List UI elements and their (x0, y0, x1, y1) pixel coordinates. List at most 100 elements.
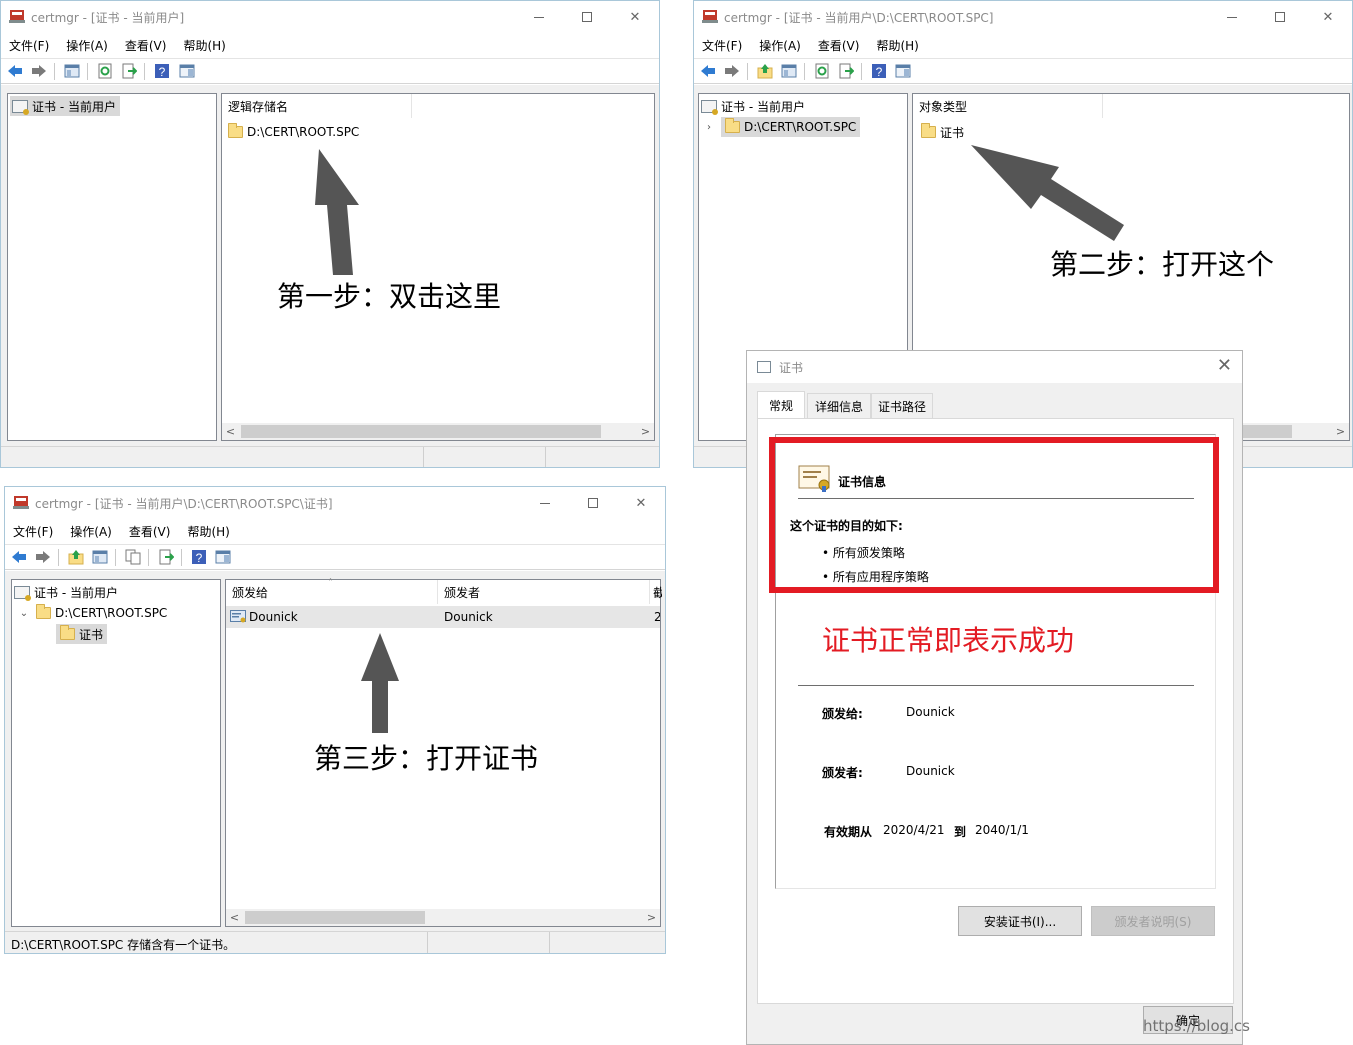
annotation-highlight-box (769, 437, 1219, 593)
back-arrow-icon[interactable] (700, 63, 716, 79)
annotation-arrow-diagonal (971, 145, 1124, 241)
menu-file[interactable]: 文件(F) (13, 523, 53, 540)
status-bar (1, 446, 659, 467)
export-list-icon[interactable] (158, 549, 174, 565)
issued-by-value: Dounick (906, 764, 955, 778)
scroll-thumb[interactable] (245, 911, 425, 924)
up-one-level-icon[interactable] (757, 63, 773, 79)
tree-expand-toggle[interactable]: › (703, 117, 715, 137)
menu-bar: 文件(F) 操作(A) 查看(V) 帮助(H) (694, 33, 1352, 57)
show-hide-tree-icon[interactable] (92, 549, 108, 565)
svg-text:?: ? (159, 65, 166, 79)
help-icon[interactable]: ? (191, 549, 207, 565)
menu-help[interactable]: 帮助(H) (187, 523, 229, 540)
cell-expiration: 2 (654, 610, 660, 624)
install-certificate-button[interactable]: 安装证书(I)... (958, 906, 1082, 936)
properties-pane-icon[interactable] (895, 63, 911, 79)
title-bar[interactable]: certmgr - [证书 - 当前用户\D:\CERT\ROOT.SPC\证书… (5, 487, 665, 519)
close-button[interactable]: ✕ (617, 491, 665, 515)
svg-text:?: ? (876, 65, 883, 79)
menu-file[interactable]: 文件(F) (9, 37, 49, 54)
validity-to-label: 到 (954, 825, 967, 839)
forward-arrow-icon[interactable] (35, 549, 51, 565)
menu-view[interactable]: 查看(V) (129, 523, 171, 540)
forward-arrow-icon[interactable] (31, 63, 47, 79)
tree-item-root-spc[interactable]: ⌄ D:\CERT\ROOT.SPC (18, 603, 167, 623)
window-title: certmgr - [证书 - 当前用户\D:\CERT\ROOT.SPC\证书… (35, 497, 333, 511)
show-hide-tree-icon[interactable] (781, 63, 797, 79)
dialog-title-bar[interactable]: 证书 ✕ (747, 351, 1242, 383)
menu-action[interactable]: 操作(A) (759, 37, 801, 54)
tab-certification-path[interactable]: 证书路径 (871, 393, 933, 419)
menu-help[interactable]: 帮助(H) (876, 37, 918, 54)
title-bar[interactable]: certmgr - [证书 - 当前用户] ✕ (1, 1, 659, 33)
minimize-button[interactable] (1208, 5, 1256, 29)
tree-item-cert-current-user[interactable]: 证书 - 当前用户 (10, 96, 120, 116)
back-arrow-icon[interactable] (7, 63, 23, 79)
maximize-button[interactable] (1256, 5, 1304, 29)
minimize-icon (1227, 16, 1237, 18)
column-expiration[interactable]: 截 (650, 580, 662, 604)
scroll-thumb[interactable] (241, 425, 601, 438)
minimize-button[interactable] (515, 5, 563, 29)
column-object-type[interactable]: 对象类型 (913, 94, 1103, 118)
close-icon[interactable]: ✕ (1217, 355, 1232, 376)
column-logical-store-name[interactable]: 逻辑存储名 (222, 94, 412, 118)
maximize-button[interactable] (563, 5, 611, 29)
show-hide-tree-icon[interactable] (64, 63, 80, 79)
tree-item-certificates[interactable]: 证书 (56, 624, 108, 644)
maximize-icon (1275, 12, 1285, 22)
refresh-icon[interactable] (814, 63, 830, 79)
cell-issued-to: Dounick (230, 607, 298, 627)
menu-view[interactable]: 查看(V) (818, 37, 860, 54)
help-icon[interactable]: ? (871, 63, 887, 79)
menu-view[interactable]: 查看(V) (125, 37, 167, 54)
column-issued-by[interactable]: 颁发者 (438, 580, 650, 604)
list-item-root-spc[interactable]: D:\CERT\ROOT.SPC (228, 122, 359, 142)
tree-pane: 证书 - 当前用户 (7, 93, 217, 441)
scroll-right-icon[interactable]: > (643, 909, 660, 926)
menu-action[interactable]: 操作(A) (70, 523, 112, 540)
scroll-right-icon[interactable]: > (637, 423, 654, 440)
toolbar: ? (694, 58, 1352, 84)
menu-file[interactable]: 文件(F) (702, 37, 742, 54)
annotation-step-1: 第一步：双击这里 (277, 280, 502, 313)
close-button[interactable]: ✕ (611, 5, 659, 29)
maximize-button[interactable] (569, 491, 617, 515)
issued-by-label: 颁发者: (822, 766, 863, 780)
export-list-icon[interactable] (121, 63, 137, 79)
scroll-right-icon[interactable]: > (1332, 423, 1349, 440)
properties-pane-icon[interactable] (215, 549, 231, 565)
export-list-icon[interactable] (838, 63, 854, 79)
tree-item-cert-current-user[interactable]: 证书 - 当前用户 (14, 582, 118, 602)
horizontal-scrollbar[interactable]: < > (222, 423, 654, 440)
list-item-certificates[interactable]: 证书 (921, 122, 964, 142)
validity-to-value: 2040/1/1 (975, 823, 1029, 837)
tab-general[interactable]: 常规 (757, 391, 805, 419)
minimize-button[interactable] (521, 491, 569, 515)
table-row[interactable]: Dounick Dounick 2 (226, 606, 660, 628)
tab-details[interactable]: 详细信息 (807, 393, 871, 419)
menu-action[interactable]: 操作(A) (66, 37, 108, 54)
certificate-store-icon (701, 99, 718, 115)
menu-bar: 文件(F) 操作(A) 查看(V) 帮助(H) (5, 519, 665, 543)
forward-arrow-icon[interactable] (724, 63, 740, 79)
maximize-icon (588, 498, 598, 508)
scroll-left-icon[interactable]: < (226, 909, 243, 926)
refresh-icon[interactable] (97, 63, 113, 79)
horizontal-scrollbar[interactable]: < > (226, 909, 660, 926)
scroll-left-icon[interactable]: < (222, 423, 239, 440)
help-icon[interactable]: ? (154, 63, 170, 79)
tree-item-cert-current-user[interactable]: 证书 - 当前用户 (701, 96, 805, 116)
tree-item-root-spc[interactable]: D:\CERT\ROOT.SPC (721, 117, 861, 137)
title-bar[interactable]: certmgr - [证书 - 当前用户\D:\CERT\ROOT.SPC] ✕ (694, 1, 1352, 33)
folder-icon (725, 118, 740, 133)
close-button[interactable]: ✕ (1304, 5, 1352, 29)
copy-icon[interactable] (125, 549, 141, 565)
up-one-level-icon[interactable] (68, 549, 84, 565)
properties-pane-icon[interactable] (179, 63, 195, 79)
issuer-statement-button[interactable]: 颁发者说明(S) (1091, 906, 1215, 936)
issued-to-label: 颁发给: (822, 707, 863, 721)
menu-help[interactable]: 帮助(H) (183, 37, 225, 54)
back-arrow-icon[interactable] (11, 549, 27, 565)
